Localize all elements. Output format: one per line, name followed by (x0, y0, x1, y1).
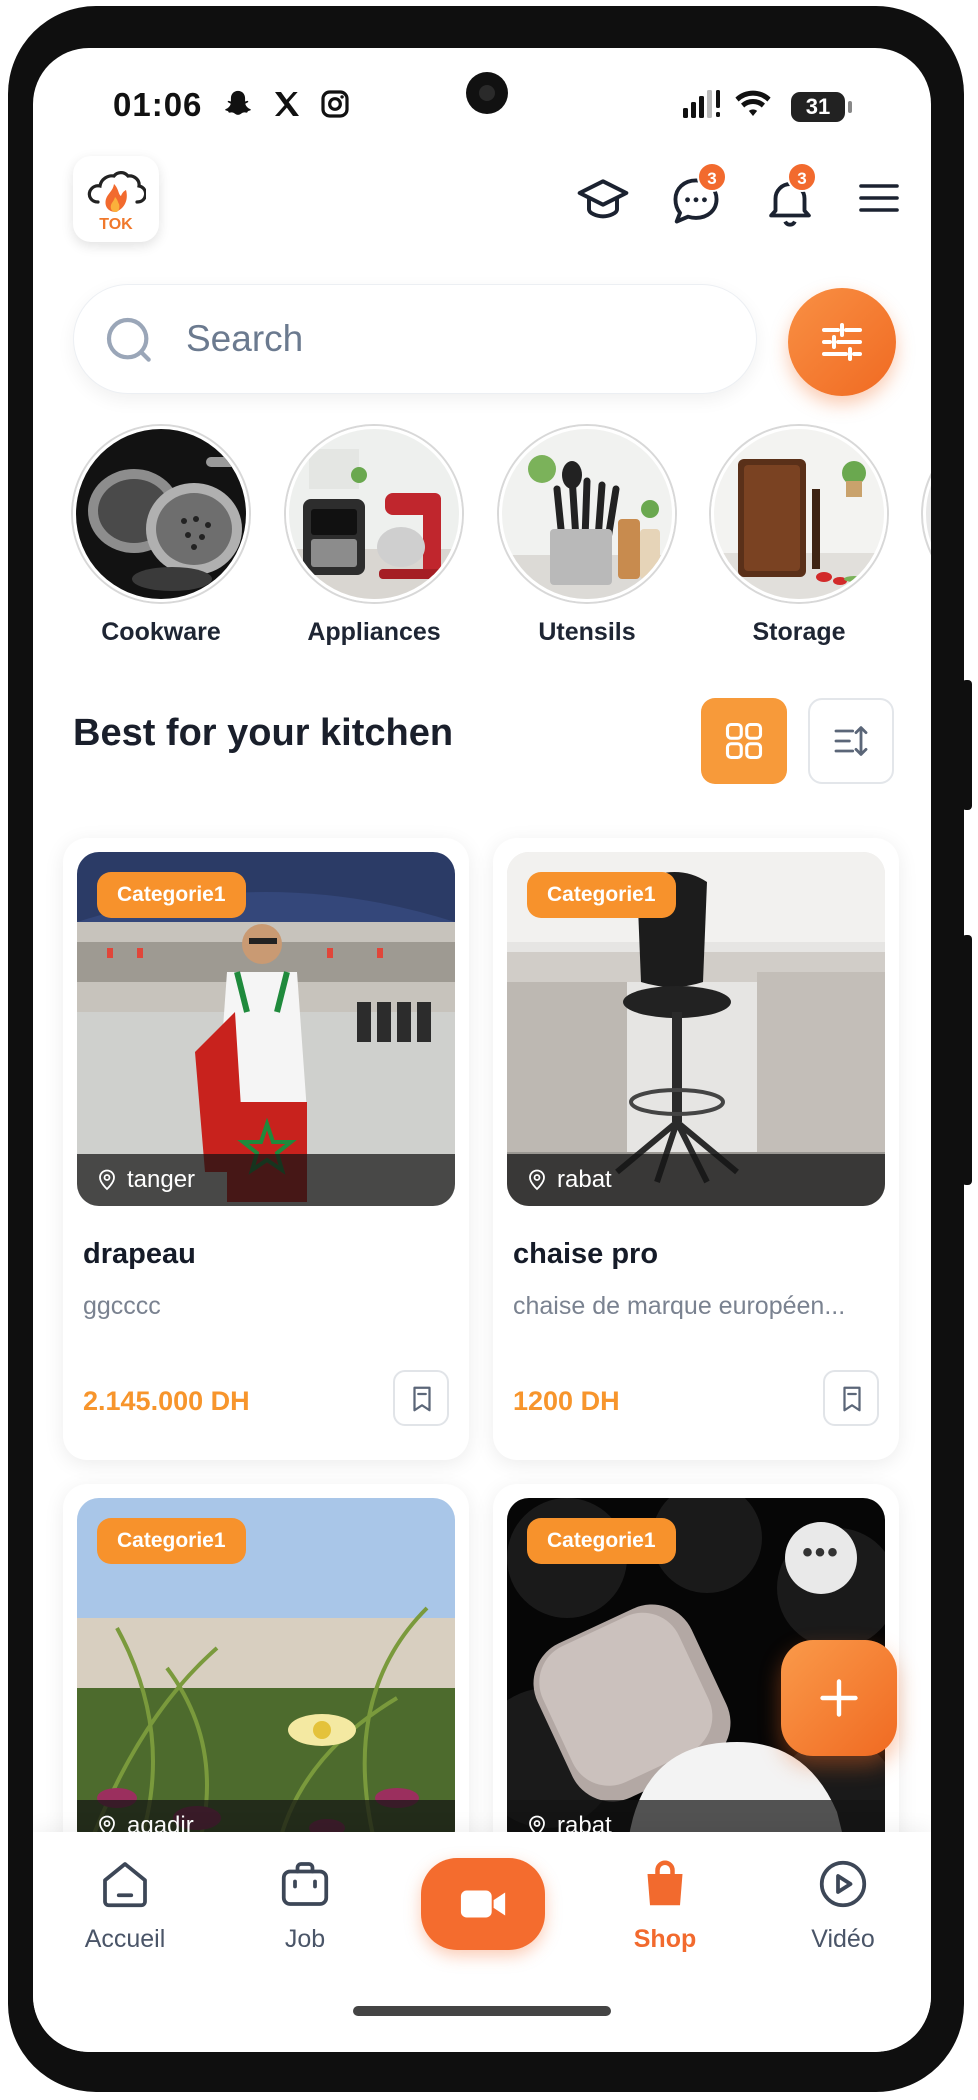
menu-button[interactable] (855, 174, 903, 227)
home-icon (103, 1862, 147, 1908)
category-label: Cookware (101, 618, 221, 646)
play-circle-icon (819, 1860, 867, 1908)
location-label: rabat (507, 1154, 885, 1206)
category-utensils[interactable]: Utensils (499, 426, 675, 647)
utensils-image (499, 426, 675, 602)
product-price: 1200 DH (513, 1386, 620, 1416)
nav-label: Job (284, 1925, 326, 1953)
category-label: Utensils (538, 618, 636, 646)
bottom-navigation: Accueil Job Shop Vidéo (33, 1832, 931, 2052)
location-pin-icon (529, 1169, 545, 1191)
logo-text: TOK (99, 216, 133, 233)
bookmark-icon (413, 1386, 431, 1412)
location-pin-icon (99, 1169, 115, 1191)
messages-badge: 3 (697, 162, 727, 192)
location-label: tanger (77, 1154, 455, 1206)
storage-image (711, 426, 887, 602)
product-description: chaise de marque européen... (513, 1292, 846, 1320)
nav-accueil[interactable]: Accueil (55, 1854, 195, 1954)
add-product-button[interactable] (781, 1640, 897, 1756)
product-description: ggcccc (83, 1292, 161, 1320)
bookmark-button[interactable] (823, 1370, 879, 1426)
sort-icon (834, 726, 868, 756)
notifications-badge: 3 (787, 162, 817, 192)
x-twitter-icon (271, 88, 303, 125)
product-price: 2.145.000 DH (83, 1386, 250, 1416)
nav-label: Shop (633, 1925, 697, 1953)
home-indicator[interactable] (353, 2006, 611, 2016)
battery-indicator: 31 (791, 92, 852, 122)
filter-button[interactable] (788, 288, 896, 396)
nav-job[interactable]: Job (235, 1854, 375, 1954)
product-image: Categorie1 agadir (77, 1498, 455, 1852)
app-logo[interactable]: TOK (73, 156, 159, 242)
shopping-bag-icon (647, 1860, 683, 1906)
signal-icon (681, 88, 723, 125)
status-time: 01:06 (113, 86, 203, 123)
hamburger-menu-icon (859, 184, 899, 212)
sliders-icon (822, 323, 862, 361)
briefcase-icon (281, 1862, 329, 1906)
location-text: tanger (127, 1166, 196, 1193)
product-card[interactable]: Categorie1 rabat chaise pro chaise de ma… (493, 838, 899, 1460)
category-label: Appliances (307, 618, 441, 646)
record-video-button[interactable] (421, 1858, 545, 1950)
grid-view-button[interactable] (701, 698, 787, 784)
sort-button[interactable] (808, 698, 894, 784)
video-camera-icon (460, 1890, 506, 1918)
appliances-image (286, 426, 462, 602)
category-cookware[interactable]: Cookware (73, 426, 249, 647)
category-storage[interactable]: Storage (711, 426, 887, 647)
grid-icon (725, 722, 763, 760)
category-chip: Categorie1 (97, 872, 246, 918)
instagram-icon (319, 88, 351, 125)
bookmark-icon (843, 1386, 861, 1412)
category-label: Storage (752, 618, 846, 646)
nav-label: Accueil (84, 1925, 166, 1953)
front-camera (466, 72, 508, 114)
nav-video[interactable]: Vidéo (773, 1854, 913, 1954)
search-bar[interactable]: Search (73, 284, 757, 394)
more-options-button[interactable]: ••• (785, 1522, 857, 1594)
search-icon (106, 317, 151, 362)
category-appliances[interactable]: Appliances (286, 426, 462, 647)
screen: 01:06 31 TOK 3 3 Search Cookware Applian… (33, 48, 931, 2052)
product-image: Categorie1 tanger (77, 852, 455, 1206)
product-card[interactable]: Categorie1 tanger drapeau ggcccc 2.145.0… (63, 838, 469, 1460)
search-input[interactable]: Search (186, 318, 303, 360)
product-title: drapeau (83, 1238, 196, 1270)
product-image: Categorie1 rabat (507, 852, 885, 1206)
bookmark-button[interactable] (393, 1370, 449, 1426)
product-title: chaise pro (513, 1238, 659, 1270)
location-text: rabat (557, 1166, 612, 1193)
section-title: Best for your kitchen (73, 712, 454, 754)
graduation-cap-icon[interactable] (575, 172, 631, 233)
volume-button (962, 680, 972, 810)
plus-icon (820, 1679, 858, 1717)
snapchat-icon (221, 88, 255, 127)
category-chip: Categorie1 (97, 1518, 246, 1564)
nav-label: Vidéo (811, 1925, 875, 1953)
cookware-image (73, 426, 249, 602)
category-chip: Categorie1 (527, 1518, 676, 1564)
nav-shop[interactable]: Shop (595, 1854, 735, 1954)
wifi-icon (733, 88, 773, 125)
power-button (962, 935, 972, 1185)
category-partial[interactable] (923, 426, 931, 602)
category-chip: Categorie1 (527, 872, 676, 918)
